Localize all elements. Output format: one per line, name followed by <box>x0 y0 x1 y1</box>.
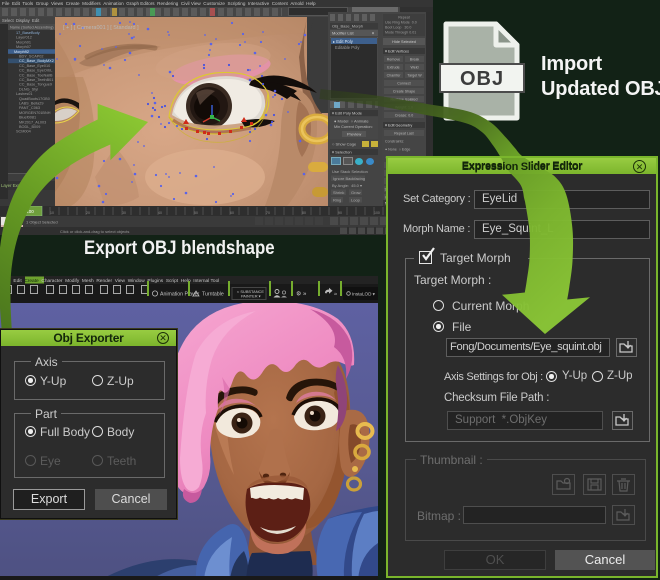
svg-text:File Edit Create Character: File Edit Create Character Modify Mesh R… <box>3 278 219 284</box>
svg-text:Mode Through 0.01: Mode Through 0.01 <box>385 31 416 35</box>
svg-text:▸ Edit Poly: ▸ Edit Poly <box>333 39 354 44</box>
svg-text:○ Show Cage: ○ Show Cage <box>332 142 357 147</box>
svg-text:Use Ring Mode 0.0: Use Ring Mode 0.0 <box>385 21 417 25</box>
svg-text:SCM004: SCM004 <box>16 130 31 134</box>
svg-text:30: 30 <box>122 211 126 215</box>
svg-text:⚙ »: ⚙ » <box>296 291 307 298</box>
svg-text:17_BaseBody: 17_BaseBody <box>16 31 40 35</box>
svg-text:Morph92: Morph92 <box>14 50 29 54</box>
svg-text:Preview: Preview <box>347 132 361 137</box>
svg-text:● None ○ Edge: ● None ○ Edge <box>385 148 410 152</box>
svg-text:90: 90 <box>338 211 342 215</box>
svg-text:»: » <box>334 292 337 298</box>
svg-text:20: 20 <box>86 211 90 215</box>
svg-text:▾ Edit Vertices: ▾ Edit Vertices <box>385 50 409 54</box>
svg-text:● Model ○ Animate: ● Model ○ Animate <box>334 119 369 124</box>
svg-text:▾ Edit Poly Mode: ▾ Edit Poly Mode <box>332 111 363 116</box>
svg-text:▾ Edit Geometry: ▾ Edit Geometry <box>385 124 412 128</box>
svg-text:BDY_SCAP02: BDY_SCAP02 <box>19 55 43 59</box>
svg-text:PAINTER ▾: PAINTER ▾ <box>241 294 261 299</box>
svg-text:Break: Break <box>410 58 420 62</box>
svg-text:40: 40 <box>158 211 162 215</box>
svg-text:CC_Base_Eye010: CC_Base_Eye010 <box>19 64 50 68</box>
svg-text:Min Current Operation:: Min Current Operation: <box>334 125 373 129</box>
svg-text:MORGEN701BNH: MORGEN701BNH <box>19 111 51 115</box>
svg-text:80: 80 <box>302 211 306 215</box>
svg-text:Morph07: Morph07 <box>16 45 31 49</box>
svg-text:Constraints:: Constraints: <box>385 140 404 144</box>
svg-text:Editable Poly: Editable Poly <box>335 45 360 50</box>
svg-text:50: 50 <box>194 211 198 215</box>
svg-text:Create Shape: Create Shape <box>393 90 415 94</box>
svg-text:CC_Base_Tongue9: CC_Base_Tongue9 <box>19 83 52 87</box>
svg-text:Lashes01: Lashes01 <box>16 92 32 96</box>
svg-text:Use Stack Selection: Use Stack Selection <box>332 169 368 174</box>
svg-text:▾ Selection: ▾ Selection <box>332 150 352 155</box>
svg-text:CC_Base_EyeOrbL: CC_Base_EyeOrbL <box>19 69 52 73</box>
svg-text:File Edit Tools Group View: File Edit Tools Group Views Create Modif… <box>2 1 316 6</box>
svg-text:Connect: Connect <box>397 82 410 86</box>
svg-text:100: 100 <box>374 211 380 215</box>
svg-text:60: 60 <box>230 211 234 215</box>
svg-text:PANT_C063: PANT_C063 <box>19 106 40 110</box>
svg-text:OBJ: OBJ <box>460 68 504 90</box>
svg-text:CC_Base_ToeNailB: CC_Base_ToeNailB <box>19 73 53 77</box>
svg-text:Hide Selected: Hide Selected <box>392 40 416 44</box>
svg-text:Select Display Edit: Select Display Edit <box>2 18 40 23</box>
svg-text:InstaLOD ▾: InstaLOD ▾ <box>352 291 376 296</box>
svg-text:CC_Base_BodyMX2: CC_Base_BodyMX2 <box>19 59 54 63</box>
svg-text:▾: ▾ <box>372 31 374 36</box>
svg-text:BODL_B009: BODL_B009 <box>19 125 40 129</box>
svg-text:Loop: Loop <box>351 198 361 203</box>
svg-text:LABS_Bella29: LABS_Bella29 <box>19 102 44 106</box>
svg-text:Click or click-and-drag to sel: Click or click-and-drag to select object… <box>60 229 129 234</box>
svg-text:Name (Sorted Ascending): Name (Sorted Ascending) <box>10 26 54 30</box>
svg-text:Ignore Backfacing: Ignore Backfacing <box>333 176 365 181</box>
svg-text:Extrude: Extrude <box>387 66 399 70</box>
svg-text:Layer012: Layer012 <box>16 36 32 40</box>
svg-text:Bluef0081: Bluef0081 <box>19 116 36 120</box>
svg-text:DLNG_Styl: DLNG_Styl <box>19 87 38 91</box>
svg-text:0 / 100: 0 / 100 <box>20 209 34 214</box>
svg-text:Remove: Remove <box>387 58 400 62</box>
svg-text:Boot Loop 30.0: Boot Loop 30.0 <box>385 26 411 30</box>
svg-text:Modifier List: Modifier List <box>332 31 354 36</box>
svg-text:QuadBoots17GB0: QuadBoots17GB0 <box>19 97 50 101</box>
svg-text:Chamfer: Chamfer <box>387 74 402 78</box>
svg-text:Crease: 0.0: Crease: 0.0 <box>395 114 414 118</box>
svg-text:Target W: Target W <box>407 74 422 78</box>
svg-text:By Angle: 45.0 ▾: By Angle: 45.0 ▾ <box>332 183 362 188</box>
svg-text:Repeat Last: Repeat Last <box>394 132 413 136</box>
svg-text:70: 70 <box>266 211 270 215</box>
svg-text:1 Object Selected: 1 Object Selected <box>26 220 58 225</box>
svg-text:Layer Explorer: Layer Explorer <box>1 183 29 188</box>
svg-text:Weight: 1.0: Weight: 1.0 <box>395 106 413 110</box>
svg-text:Grow: Grow <box>351 190 361 195</box>
svg-text:MK2017_AL003: MK2017_AL003 <box>19 120 46 124</box>
svg-text:Morph01: Morph01 <box>16 40 31 44</box>
svg-text:Remove Isolated: Remove Isolated <box>391 98 418 102</box>
svg-text:Weld: Weld <box>410 66 418 70</box>
svg-text:Ring: Ring <box>333 198 341 203</box>
svg-text:10: 10 <box>50 211 54 215</box>
svg-text:CC_Base_TeethB01: CC_Base_TeethB01 <box>19 78 53 82</box>
svg-text:[ + ] [ Camera001 ] [ Standa: [ + ] [ Camera001 ] [ Standard ] <box>63 25 139 31</box>
svg-text:Shrink: Shrink <box>333 190 344 195</box>
svg-text:Turntable: Turntable <box>202 291 224 297</box>
svg-text:Obj_Base_Morph: Obj_Base_Morph <box>332 24 363 29</box>
svg-text:Repeat: Repeat <box>398 16 410 20</box>
